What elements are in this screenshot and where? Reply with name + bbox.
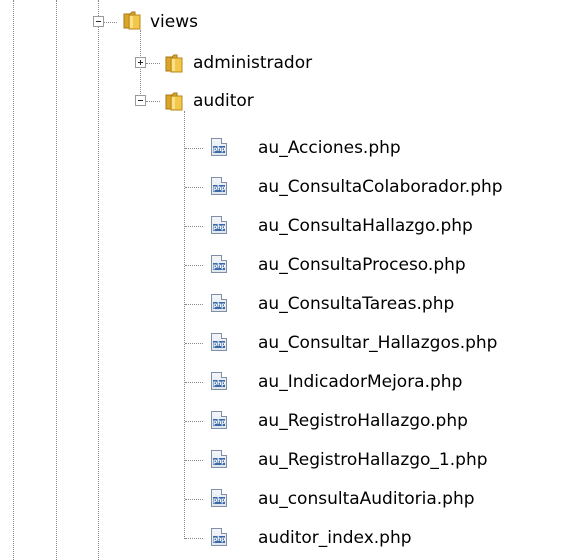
file-label[interactable]: au_ConsultaHallazgo.php [258,215,473,237]
file-label[interactable]: au_Consultar_Hallazgos.php [258,332,497,354]
tree-guide-line [184,111,185,539]
php-file-icon: php [211,216,227,234]
php-badge: php [213,341,226,348]
folder-icon [165,92,183,111]
php-file-icon: php [211,138,227,156]
tree-connector [185,460,203,461]
tree-connector [185,343,203,344]
tree-connector [185,187,203,188]
tree-connector [185,148,203,149]
file-label[interactable]: au_ConsultaTareas.php [258,293,454,315]
tree-connector [103,22,117,23]
folder-label-auditor[interactable]: auditor [193,90,254,112]
folder-label-administrador[interactable]: administrador [193,52,312,74]
php-file-icon: php [211,528,227,546]
tree-connector [185,304,203,305]
php-badge: php [213,185,226,192]
file-label[interactable]: au_RegistroHallazgo_1.php [258,449,488,471]
php-badge: php [213,497,226,504]
file-label[interactable]: au_ConsultaColaborador.php [258,176,503,198]
file-label[interactable]: auditor_index.php [258,527,412,549]
php-file-icon: php [211,333,227,351]
file-label[interactable]: au_RegistroHallazgo.php [258,410,468,432]
tree-connector [185,265,203,266]
file-label[interactable]: au_ConsultaProceso.php [258,254,466,276]
tree-connector [185,421,203,422]
php-badge: php [213,458,226,465]
expand-toggle-administrador[interactable] [135,57,146,68]
folder-label-views[interactable]: views [150,11,198,33]
php-file-icon: php [211,255,227,273]
php-file-icon: php [211,294,227,312]
php-file-icon: php [211,450,227,468]
php-badge: php [213,419,226,426]
php-badge: php [213,302,226,309]
tree-connector [146,101,160,102]
php-file-icon: php [211,177,227,195]
tree-connector [185,382,203,383]
folder-icon [123,11,141,30]
folder-icon [165,54,183,73]
tree-guide-line [98,0,99,560]
file-label[interactable]: au_IndicadorMejora.php [258,371,462,393]
php-badge: php [213,263,226,270]
collapse-toggle-views[interactable] [93,16,104,27]
file-label[interactable]: au_Acciones.php [258,137,401,159]
tree-guide-line [56,0,57,560]
file-label[interactable]: au_consultaAuditoria.php [258,488,475,510]
php-file-icon: php [211,411,227,429]
tree-connector [146,63,160,64]
php-badge: php [213,536,226,543]
tree-guide-line [13,0,14,560]
php-badge: php [213,224,226,231]
tree-connector [185,538,203,539]
tree-connector [185,499,203,500]
php-badge: php [213,146,226,153]
collapse-toggle-auditor[interactable] [135,95,146,106]
php-file-icon: php [211,489,227,507]
php-badge: php [213,380,226,387]
php-file-icon: php [211,372,227,390]
tree-connector [185,226,203,227]
